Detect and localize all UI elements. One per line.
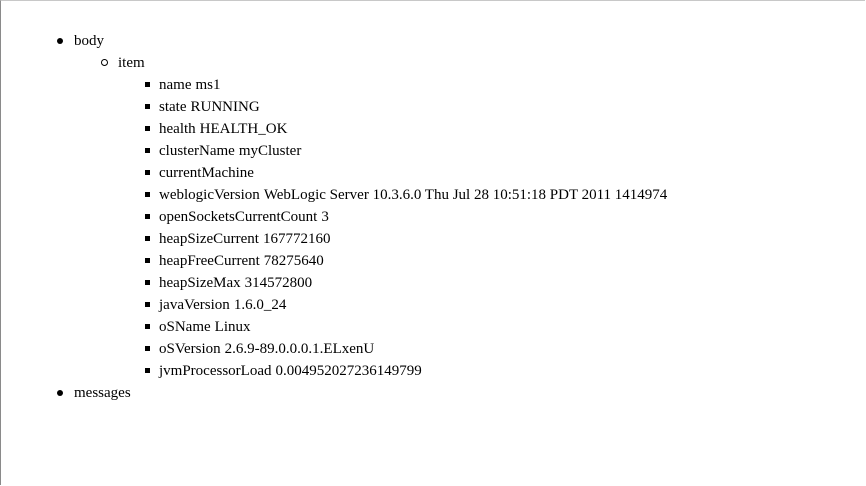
tree-node-body: body (1, 30, 865, 52)
field-weblogicversion: weblogicVersion WebLogic Server 10.3.6.0 … (1, 184, 865, 206)
field-javaversion: javaVersion 1.6.0_24 (1, 294, 865, 316)
field-value: 314572800 (244, 275, 313, 291)
field-value: ms1 (195, 77, 221, 93)
field-value: 78275640 (263, 253, 324, 269)
field-value: WebLogic Server 10.3.6.0 Thu Jul 28 10:5… (263, 187, 668, 203)
field-heapfreecurrent: heapFreeCurrent 78275640 (1, 250, 865, 272)
field-value: 167772160 (262, 231, 331, 247)
square-bullet-icon (145, 324, 150, 329)
square-bullet-icon (145, 214, 150, 219)
field-value: 1.6.0_24 (233, 297, 287, 313)
field-osname: oSName Linux (1, 316, 865, 338)
field-value: 2.6.9-89.0.0.0.1.ELxenU (224, 341, 375, 357)
tree-node-item: item (1, 52, 865, 74)
field-value: RUNNING (190, 99, 260, 115)
field-currentmachine: currentMachine (1, 162, 865, 184)
field-key: heapFreeCurrent (159, 253, 260, 269)
square-bullet-icon (145, 346, 150, 351)
square-bullet-icon (145, 192, 150, 197)
field-value: HEALTH_OK (199, 121, 288, 137)
disc-bullet-icon (57, 38, 63, 44)
field-key: oSVersion (159, 341, 221, 357)
node-label: body (74, 33, 104, 49)
field-key: javaVersion (159, 297, 230, 313)
square-bullet-icon (145, 170, 150, 175)
square-bullet-icon (145, 280, 150, 285)
field-opensocketscurrentcount: openSocketsCurrentCount 3 (1, 206, 865, 228)
field-key: health (159, 121, 196, 137)
field-key: name (159, 77, 192, 93)
field-key: state (159, 99, 187, 115)
square-bullet-icon (145, 302, 150, 307)
square-bullet-icon (145, 258, 150, 263)
square-bullet-icon (145, 368, 150, 373)
field-key: jvmProcessorLoad (159, 363, 272, 379)
node-label: messages (74, 385, 131, 401)
disc-bullet-icon (57, 390, 63, 396)
field-key: openSocketsCurrentCount (159, 209, 318, 225)
square-bullet-icon (145, 236, 150, 241)
field-key: weblogicVersion (159, 187, 260, 203)
field-heapsizecurrent: heapSizeCurrent 167772160 (1, 228, 865, 250)
field-clustername: clusterName myCluster (1, 140, 865, 162)
field-value: 3 (321, 209, 329, 225)
circle-bullet-icon (101, 59, 108, 66)
field-health: health HEALTH_OK (1, 118, 865, 140)
square-bullet-icon (145, 82, 150, 87)
field-value: Linux (214, 319, 251, 335)
field-value: 0.004952027236149799 (275, 363, 422, 379)
field-key: heapSizeMax (159, 275, 241, 291)
field-key: clusterName (159, 143, 235, 159)
result-tree: body item name ms1 state RUNNING health HEA… (1, 30, 865, 404)
tree-node-messages: messages (1, 382, 865, 404)
node-label: item (118, 55, 145, 71)
field-key: heapSizeCurrent (159, 231, 259, 247)
field-key: oSName (159, 319, 211, 335)
field-key: currentMachine (159, 165, 254, 181)
field-jvmprocessorload: jvmProcessorLoad 0.004952027236149799 (1, 360, 865, 382)
square-bullet-icon (145, 104, 150, 109)
square-bullet-icon (145, 126, 150, 131)
field-value: myCluster (238, 143, 302, 159)
field-heapsizemax: heapSizeMax 314572800 (1, 272, 865, 294)
field-osversion: oSVersion 2.6.9-89.0.0.0.1.ELxenU (1, 338, 865, 360)
square-bullet-icon (145, 148, 150, 153)
page-frame: body item name ms1 state RUNNING health HEA… (0, 0, 865, 485)
field-state: state RUNNING (1, 96, 865, 118)
field-name: name ms1 (1, 74, 865, 96)
